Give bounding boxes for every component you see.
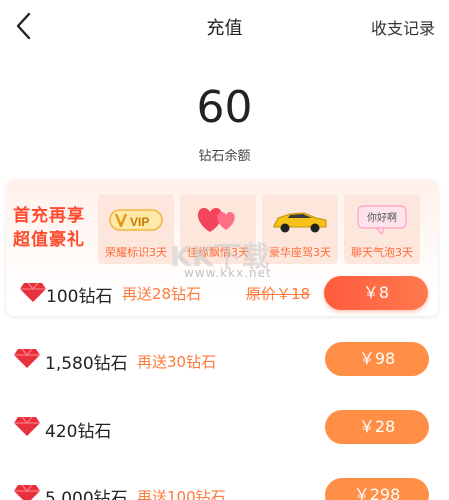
offer-bonus: 再送28钻石 (122, 285, 202, 303)
perk-vip: VIP 荣耀标识3天 (98, 194, 174, 264)
offer-amount: 100钻石 (46, 287, 113, 307)
vip-badge-icon: VIP (109, 209, 163, 231)
package-bonus: 再送30钻石 (137, 353, 217, 371)
promo-title: 首充再享 超值豪礼 (13, 204, 85, 252)
perk-caption: 豪华座驾3天 (269, 246, 331, 259)
diamond-icon (14, 416, 40, 436)
watermark-url: www.kkx.net (184, 266, 272, 280)
package-row: 420钻石 ￥28 (0, 408, 449, 448)
balance-value: 60 (196, 82, 253, 133)
hearts-icon (197, 208, 235, 232)
package-buy-button[interactable]: ￥28 (325, 410, 429, 444)
package-bonus: 再送100钻石 (137, 488, 226, 500)
package-amount: 5,000钻石 (45, 489, 128, 500)
diamond-icon (20, 282, 46, 302)
svg-text:你好啊: 你好啊 (367, 211, 397, 224)
offer-original-price: 原价￥18 (246, 285, 311, 303)
package-amount: 420钻石 (45, 422, 112, 442)
diamond-icon (14, 348, 40, 368)
offer-buy-button[interactable]: ￥8 (324, 276, 428, 310)
package-row: 1,580钻石 再送30钻石 ￥98 (0, 340, 449, 380)
perk-chat-bubble: 你好啊 聊天气泡3天 (344, 194, 420, 264)
chat-bubble-icon: 你好啊 (357, 205, 407, 236)
header-bar: 充值 收支记录 (0, 0, 449, 56)
package-row: 5,000钻石 再送100钻石 ￥298 (0, 476, 449, 500)
package-amount: 1,580钻石 (45, 354, 128, 374)
diamond-icon (14, 484, 40, 500)
promo-title-line1: 首充再享 (13, 206, 85, 226)
perk-car: 豪华座驾3天 (262, 194, 338, 264)
car-icon (273, 212, 327, 233)
perk-caption: 聊天气泡3天 (351, 246, 413, 259)
records-link[interactable]: 收支记录 (371, 15, 435, 39)
promo-title-line2: 超值豪礼 (13, 230, 85, 250)
package-buy-button[interactable]: ￥98 (325, 342, 429, 376)
svg-text:VIP: VIP (130, 215, 149, 229)
balance-label: 钻石余额 (198, 149, 251, 164)
perk-caption: 荣耀标识3天 (105, 246, 167, 259)
package-buy-button[interactable]: ￥298 (325, 478, 429, 500)
